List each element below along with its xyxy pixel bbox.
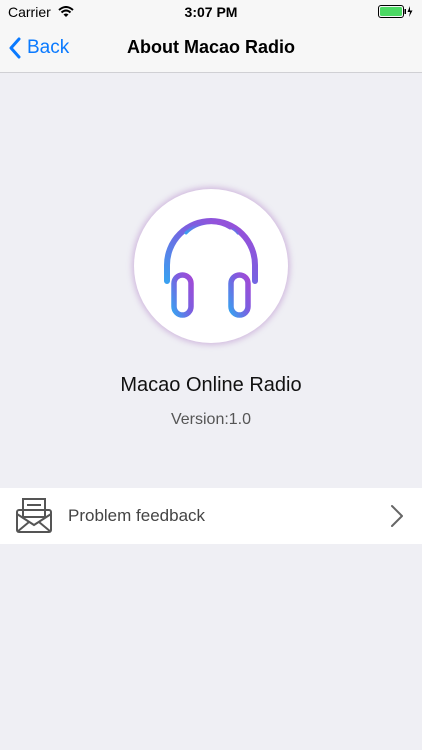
battery-icon	[378, 5, 414, 21]
chevron-right-icon	[390, 504, 404, 533]
problem-feedback-label: Problem feedback	[68, 506, 206, 525]
app-version: Version:1.0	[170, 411, 252, 428]
page-title: About Macao Radio	[126, 37, 295, 57]
problem-feedback-row[interactable]: Problem feedback	[0, 488, 422, 544]
navigation-bar: Back About Macao Radio	[0, 24, 422, 73]
app-name: Macao Online Radio	[120, 374, 302, 396]
mail-icon	[14, 496, 54, 541]
status-bar: Carrier 3:07 PM	[0, 0, 422, 24]
app-logo	[134, 189, 288, 343]
status-time: 3:07 PM	[184, 4, 238, 20]
headphones-icon	[164, 218, 258, 318]
